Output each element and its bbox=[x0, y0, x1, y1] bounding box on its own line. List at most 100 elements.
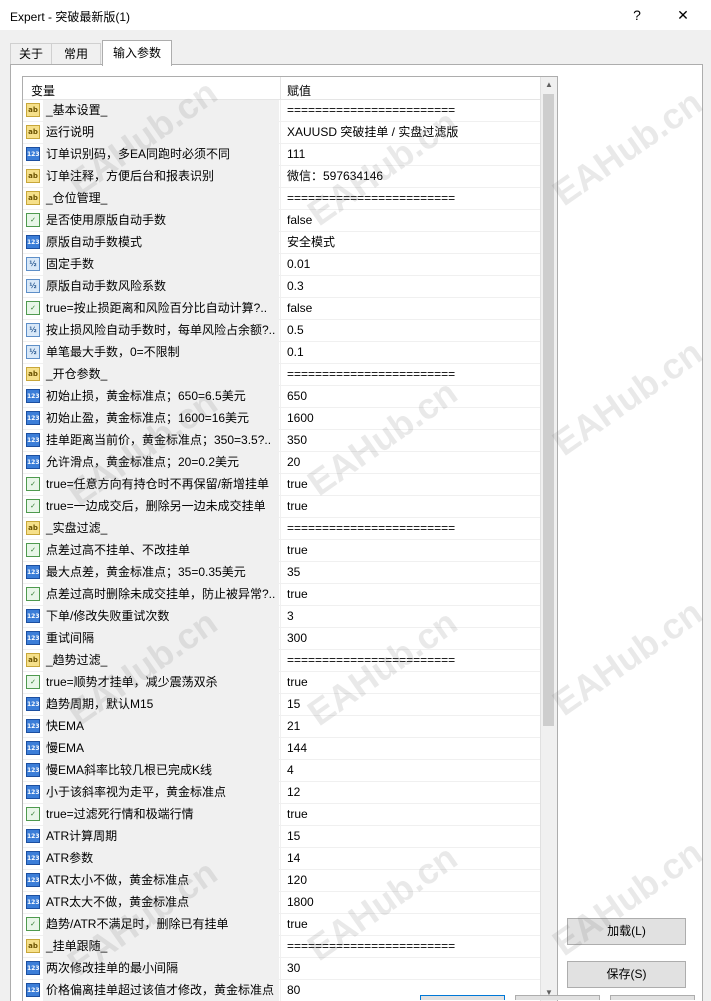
parameter-value[interactable]: ======================== bbox=[280, 518, 541, 539]
parameter-row[interactable]: 123 ATR计算周期 15 bbox=[23, 826, 541, 848]
parameter-row[interactable]: ab 订单注释，方便后台和报表识别 微信：597634146 bbox=[23, 166, 541, 188]
parameter-value[interactable]: 微信：597634146 bbox=[280, 166, 541, 187]
column-separator[interactable] bbox=[280, 77, 281, 99]
parameter-value[interactable]: 350 bbox=[280, 430, 541, 451]
parameter-name: true=过滤死行情和极端行情 bbox=[43, 804, 279, 825]
parameter-value[interactable]: 120 bbox=[280, 870, 541, 891]
parameter-row[interactable]: 123 初始止损，黄金标准点；650=6.5美元 650 bbox=[23, 386, 541, 408]
parameter-value[interactable]: ======================== bbox=[280, 650, 541, 671]
reset-button[interactable] bbox=[610, 995, 695, 1000]
parameter-value[interactable]: 650 bbox=[280, 386, 541, 407]
parameter-value[interactable]: 0.01 bbox=[280, 254, 541, 275]
parameter-row[interactable]: ab _实盘过滤_ ======================== bbox=[23, 518, 541, 540]
close-icon[interactable]: ✕ bbox=[672, 4, 694, 26]
parameter-row[interactable]: 123 慢EMA斜率比较几根已完成K线 4 bbox=[23, 760, 541, 782]
parameter-row[interactable]: 123 挂单距离当前价，黄金标准点；350=3.5?.. 350 bbox=[23, 430, 541, 452]
parameter-value[interactable]: XAUUSD 突破挂单 / 实盘过滤版 bbox=[280, 122, 541, 143]
boolean-type-icon: ✓ bbox=[26, 675, 40, 689]
parameter-value[interactable]: 15 bbox=[280, 694, 541, 715]
parameter-value[interactable]: 111 bbox=[280, 144, 541, 165]
parameter-row[interactable]: ab _挂单跟随_ ======================== bbox=[23, 936, 541, 958]
parameter-row[interactable]: ½ 固定手数 0.01 bbox=[23, 254, 541, 276]
parameter-value[interactable]: ======================== bbox=[280, 364, 541, 385]
integer-type-icon: 123 bbox=[26, 829, 40, 843]
parameter-row[interactable]: 123 慢EMA 144 bbox=[23, 738, 541, 760]
parameter-value[interactable]: 15 bbox=[280, 826, 541, 847]
parameter-row[interactable]: 123 订单识别码，多EA同跑时必须不同 111 bbox=[23, 144, 541, 166]
parameter-value[interactable]: 300 bbox=[280, 628, 541, 649]
tab-inputs[interactable]: 输入参数 bbox=[102, 40, 172, 66]
parameter-value[interactable]: 35 bbox=[280, 562, 541, 583]
parameter-row[interactable]: ab _开仓参数_ ======================== bbox=[23, 364, 541, 386]
tab-common[interactable]: 常用 bbox=[51, 43, 101, 65]
parameter-value[interactable]: 144 bbox=[280, 738, 541, 759]
parameter-value[interactable]: true bbox=[280, 496, 541, 517]
parameter-row[interactable]: ½ 按止损风险自动手数时，每单风险占余额?.. 0.5 bbox=[23, 320, 541, 342]
parameter-value[interactable]: 1800 bbox=[280, 892, 541, 913]
cancel-button[interactable] bbox=[515, 995, 600, 1000]
parameter-row[interactable]: ab _趋势过滤_ ======================== bbox=[23, 650, 541, 672]
parameter-row[interactable]: ab _仓位管理_ ======================== bbox=[23, 188, 541, 210]
parameter-value[interactable]: false bbox=[280, 210, 541, 231]
parameter-row[interactable]: 123 两次修改挂单的最小间隔 30 bbox=[23, 958, 541, 980]
parameter-value[interactable]: true bbox=[280, 672, 541, 693]
parameter-value[interactable]: true bbox=[280, 474, 541, 495]
ok-button[interactable] bbox=[420, 995, 505, 1000]
parameter-value[interactable]: true bbox=[280, 540, 541, 561]
parameter-value[interactable]: 0.1 bbox=[280, 342, 541, 363]
parameter-row[interactable]: 123 允许滑点，黄金标准点；20=0.2美元 20 bbox=[23, 452, 541, 474]
parameter-row[interactable]: 123 趋势周期，默认M15 15 bbox=[23, 694, 541, 716]
parameter-value[interactable]: 4 bbox=[280, 760, 541, 781]
parameter-row[interactable]: ab _基本设置_ ======================== bbox=[23, 100, 541, 122]
parameter-row[interactable]: 123 小于该斜率视为走平，黄金标准点 12 bbox=[23, 782, 541, 804]
integer-type-icon: 123 bbox=[26, 389, 40, 403]
parameter-value[interactable]: 1600 bbox=[280, 408, 541, 429]
parameter-row[interactable]: 123 初始止盈，黄金标准点；1600=16美元 1600 bbox=[23, 408, 541, 430]
parameter-value[interactable]: 安全模式 bbox=[280, 232, 541, 253]
parameter-value[interactable]: 21 bbox=[280, 716, 541, 737]
parameter-value[interactable]: 0.3 bbox=[280, 276, 541, 297]
parameter-row[interactable]: 123 ATR太小不做，黄金标准点 120 bbox=[23, 870, 541, 892]
parameter-row[interactable]: ½ 原版自动手数风险系数 0.3 bbox=[23, 276, 541, 298]
tab-about[interactable]: 关于 bbox=[10, 43, 52, 65]
parameter-row[interactable]: ½ 单笔最大手数，0=不限制 0.1 bbox=[23, 342, 541, 364]
parameter-value[interactable]: ======================== bbox=[280, 188, 541, 209]
load-button[interactable]: 加载(L) bbox=[567, 918, 686, 945]
parameter-value[interactable]: 0.5 bbox=[280, 320, 541, 341]
help-button[interactable]: ? bbox=[626, 4, 648, 26]
parameter-value[interactable]: ======================== bbox=[280, 100, 541, 121]
parameter-row[interactable]: ✓ true=顺势才挂单，减少震荡双杀 true bbox=[23, 672, 541, 694]
column-header-value[interactable]: 赋值 bbox=[287, 82, 311, 99]
scroll-up-icon[interactable]: ▲ bbox=[541, 77, 557, 93]
parameter-value[interactable]: true bbox=[280, 804, 541, 825]
parameter-row[interactable]: ab 运行说明 XAUUSD 突破挂单 / 实盘过滤版 bbox=[23, 122, 541, 144]
parameter-row[interactable]: 123 原版自动手数模式 安全模式 bbox=[23, 232, 541, 254]
parameter-value[interactable]: 14 bbox=[280, 848, 541, 869]
parameter-row[interactable]: ✓ 点差过高不挂单、不改挂单 true bbox=[23, 540, 541, 562]
parameter-row[interactable]: ✓ 点差过高时删除未成交挂单，防止被异常?.. true bbox=[23, 584, 541, 606]
parameter-row[interactable]: 123 ATR太大不做，黄金标准点 1800 bbox=[23, 892, 541, 914]
parameter-row[interactable]: ✓ true=一边成交后，删除另一边未成交挂单 true bbox=[23, 496, 541, 518]
parameter-row[interactable]: ✓ true=任意方向有持仓时不再保留/新增挂单 true bbox=[23, 474, 541, 496]
parameter-row[interactable]: 123 重试间隔 300 bbox=[23, 628, 541, 650]
parameter-row[interactable]: ✓ true=按止损距离和风险百分比自动计算?.. false bbox=[23, 298, 541, 320]
parameter-value[interactable]: 30 bbox=[280, 958, 541, 979]
vertical-scrollbar[interactable]: ▲ ▼ bbox=[540, 77, 557, 1001]
parameter-value[interactable]: true bbox=[280, 584, 541, 605]
parameter-value[interactable]: true bbox=[280, 914, 541, 935]
parameter-row[interactable]: ✓ true=过滤死行情和极端行情 true bbox=[23, 804, 541, 826]
parameter-value[interactable]: ======================== bbox=[280, 936, 541, 957]
column-header-variable[interactable]: 变量 bbox=[31, 82, 55, 99]
parameter-row[interactable]: 123 ATR参数 14 bbox=[23, 848, 541, 870]
parameter-row[interactable]: 123 下单/修改失败重试次数 3 bbox=[23, 606, 541, 628]
save-button[interactable]: 保存(S) bbox=[567, 961, 686, 988]
parameter-row[interactable]: ✓ 趋势/ATR不满足时，删除已有挂单 true bbox=[23, 914, 541, 936]
parameter-value[interactable]: false bbox=[280, 298, 541, 319]
parameter-row[interactable]: ✓ 是否使用原版自动手数 false bbox=[23, 210, 541, 232]
parameter-row[interactable]: 123 最大点差，黄金标准点；35=0.35美元 35 bbox=[23, 562, 541, 584]
parameter-value[interactable]: 12 bbox=[280, 782, 541, 803]
scroll-thumb[interactable] bbox=[543, 94, 554, 726]
parameter-value[interactable]: 20 bbox=[280, 452, 541, 473]
parameter-value[interactable]: 3 bbox=[280, 606, 541, 627]
parameter-row[interactable]: 123 快EMA 21 bbox=[23, 716, 541, 738]
